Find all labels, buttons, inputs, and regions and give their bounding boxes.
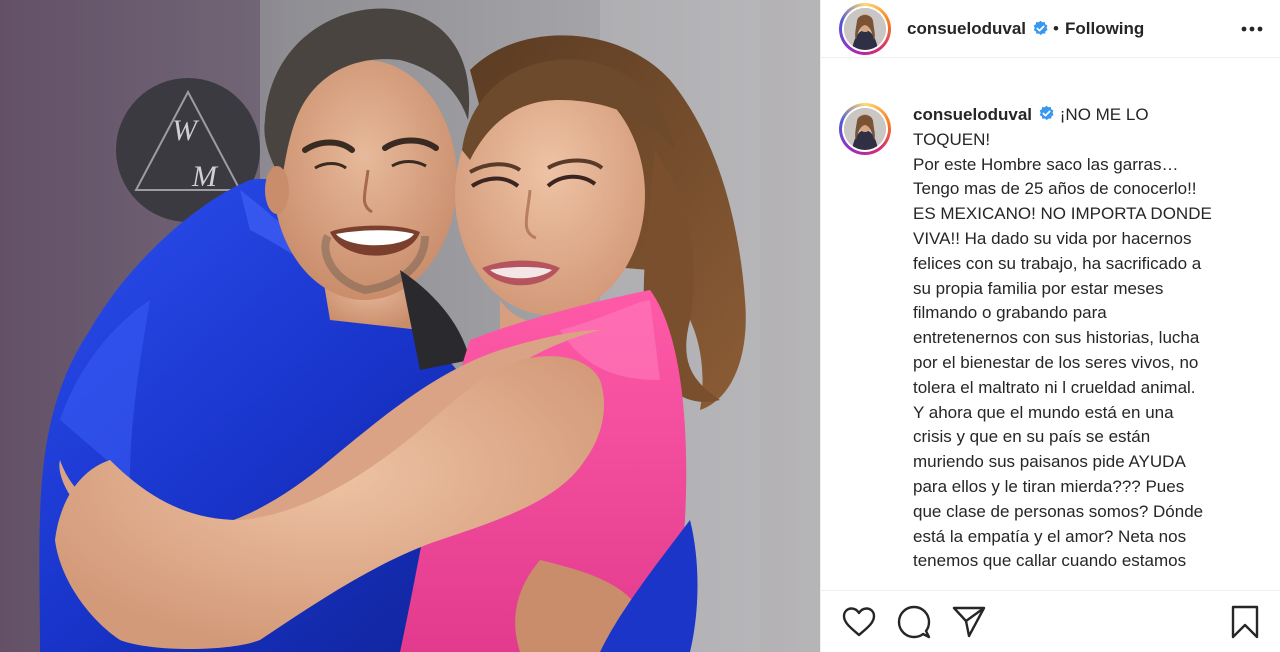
caption-line-3: Tengo mas de 25 años de conocerlo!! [913, 179, 1197, 199]
caption-avatar[interactable] [839, 103, 891, 155]
caption-line-12: Y ahora que el mundo está en una [913, 402, 1174, 422]
avatar-image [844, 7, 886, 50]
caption-line-13: crisis y que en su país se están [913, 427, 1151, 447]
post-header: consueloduval • Following [821, 0, 1280, 58]
verified-badge-icon [1032, 20, 1049, 37]
verified-badge-icon [1038, 105, 1055, 122]
caption-line-11: tolera el maltrato ni l crueldad animal. [913, 377, 1196, 397]
caption-line-14: muriendo sus paisanos pide AYUDA [913, 452, 1186, 472]
paper-plane-icon[interactable] [951, 604, 987, 640]
post-actions-bar [821, 590, 1280, 652]
caption-first-line: consueloduval ¡NO ME LO [913, 103, 1249, 128]
heart-icon[interactable] [841, 604, 877, 640]
caption-avatar-image [844, 108, 886, 150]
more-horizontal-icon[interactable] [1240, 17, 1264, 41]
bookmark-icon[interactable] [1227, 604, 1263, 640]
caption-line-1: TOQUEN! [913, 129, 991, 149]
caption-line-2: Por este Hombre saco las garras… [913, 154, 1179, 174]
post-image: W M [0, 0, 820, 652]
caption-line-16: que clase de personas somos? Dónde [913, 501, 1204, 521]
caption-line-17: está la empatía y el amor? Neta nos [913, 526, 1187, 546]
caption-line-0: ¡NO ME LO [1059, 105, 1149, 124]
caption-line-4: ES MEXICANO! NO IMPORTA DONDE [913, 204, 1212, 224]
comments-area[interactable]: consueloduval ¡NO ME LO TOQUEN! Por este… [821, 93, 1280, 589]
following-button[interactable]: Following [1065, 19, 1144, 39]
caption-line-8: filmando o grabando para [913, 303, 1107, 323]
caption-username[interactable]: consueloduval [913, 105, 1032, 124]
post-caption: consueloduval ¡NO ME LO TOQUEN! Por este… [839, 103, 1265, 574]
caption-line-6: felices con su trabajo, ha sacrificado a [913, 253, 1202, 273]
caption-text: consueloduval ¡NO ME LO TOQUEN! Por este… [913, 103, 1249, 574]
comment-icon[interactable] [896, 604, 932, 640]
caption-line-7: su propia familia por estar meses [913, 278, 1164, 298]
avatar[interactable] [839, 2, 891, 55]
sign-letter-w: W [172, 114, 200, 147]
caption-line-9: entretenernos con sus historias, lucha [913, 328, 1200, 348]
post-side-panel: consueloduval • Following consueloduval … [820, 0, 1280, 652]
caption-line-18: tenemos que callar cuando estamos [913, 551, 1187, 571]
caption-line-5: VIVA!! Ha dado su vida por hacernos [913, 228, 1192, 248]
header-separator: • [1053, 18, 1059, 38]
post-author-username[interactable]: consueloduval [907, 19, 1026, 39]
sign-letter-m: M [191, 160, 219, 193]
caption-line-15: para ellos y le tiran mierda??? Pues [913, 476, 1185, 496]
post-photo[interactable]: W M [0, 0, 820, 652]
caption-line-10: por el bienestar de los seres vivos, no [913, 352, 1199, 372]
